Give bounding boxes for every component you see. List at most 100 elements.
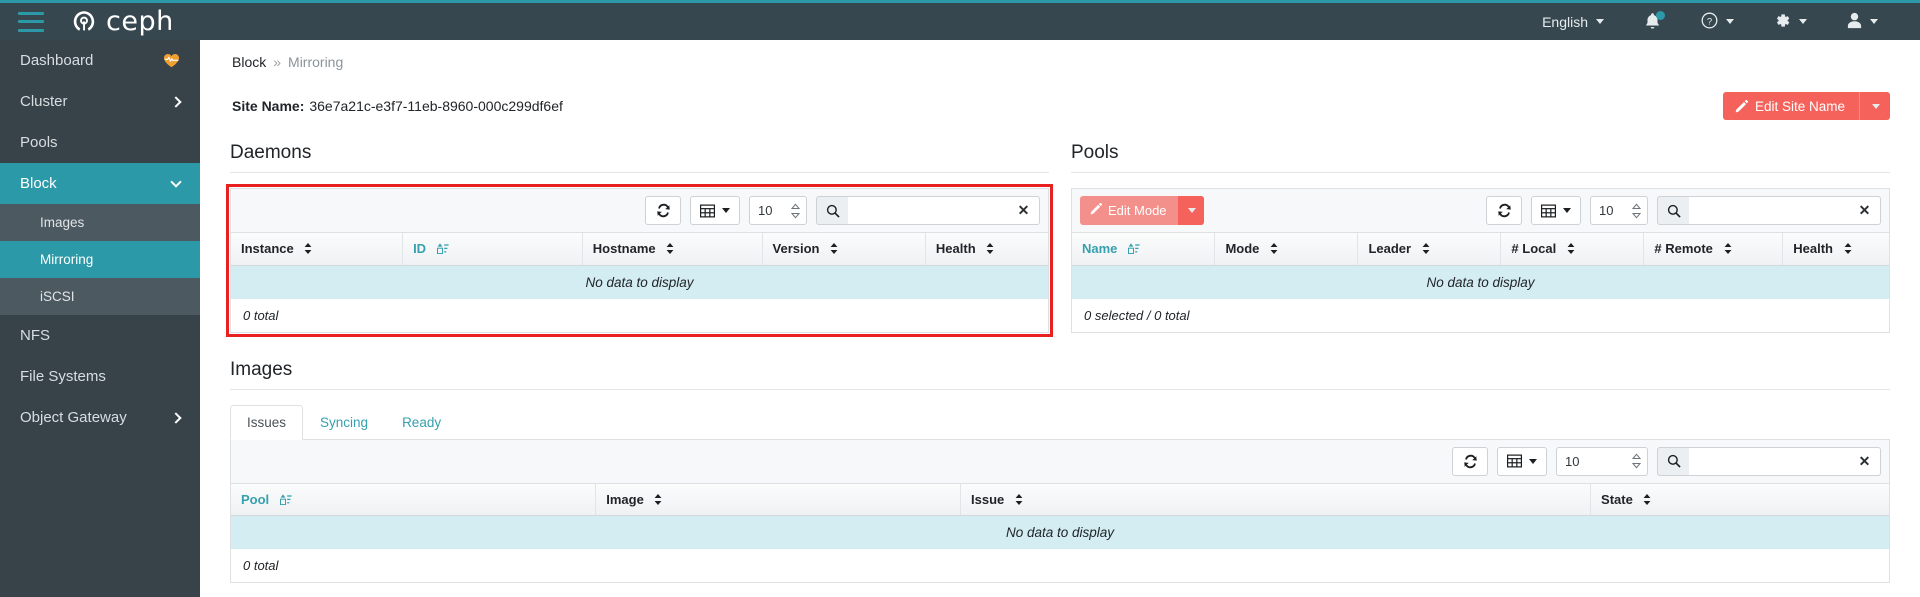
- pools-footer: 0 selected / 0 total: [1072, 298, 1889, 332]
- edit-site-name-button[interactable]: Edit Site Name: [1722, 92, 1890, 120]
- sidebar-item-pools[interactable]: Pools: [0, 122, 200, 163]
- column-label: Name: [1082, 241, 1118, 257]
- sidebar-item-cluster[interactable]: Cluster: [0, 81, 200, 122]
- caret-down-icon: [1872, 103, 1880, 109]
- sidebar-item-nfs[interactable]: NFS: [0, 315, 200, 356]
- sidebar-item-mirroring[interactable]: Mirroring: [0, 241, 200, 278]
- sidebar-subitem-label: iSCSI: [40, 289, 75, 304]
- site-name-row: Site Name: 36e7a21c-e3f7-11eb-8960-000c2…: [230, 92, 1890, 120]
- images-search-input[interactable]: [1689, 446, 1849, 476]
- pools-columns-button[interactable]: [1531, 196, 1581, 225]
- pools-search-clear-button[interactable]: ✕: [1849, 196, 1881, 225]
- sidebar-item-images[interactable]: Images: [0, 204, 200, 241]
- pools-column-leader[interactable]: Leader: [1357, 233, 1502, 266]
- sort-icon: [830, 243, 838, 255]
- language-selector[interactable]: English: [1522, 3, 1624, 40]
- chevron-right-icon: [170, 411, 182, 424]
- tab-ready[interactable]: Ready: [385, 405, 458, 440]
- user-menu[interactable]: [1827, 3, 1898, 40]
- images-column-state[interactable]: State: [1590, 483, 1889, 516]
- sort-icon: [1844, 243, 1852, 255]
- tab-label: Issues: [247, 414, 287, 430]
- table-columns-icon: [1541, 204, 1556, 217]
- breadcrumb-block[interactable]: Block: [232, 54, 266, 70]
- pools-search-input[interactable]: [1689, 196, 1849, 225]
- refresh-icon: [1463, 454, 1477, 468]
- notifications-button[interactable]: [1624, 3, 1681, 40]
- sidebar-subitem-label: Images: [40, 215, 85, 230]
- sort-icon: [1724, 243, 1732, 255]
- site-name-label: Site Name:: [232, 98, 305, 114]
- column-label: ID: [413, 241, 427, 257]
- daemons-toolbar: 10 ✕: [231, 189, 1048, 233]
- edit-mode-button[interactable]: Edit Mode: [1080, 196, 1204, 225]
- sidebar-item-block[interactable]: Block: [0, 163, 200, 204]
- hamburger-icon[interactable]: [18, 11, 44, 32]
- sidebar-item-iscsi[interactable]: iSCSI: [0, 278, 200, 315]
- brand-logo[interactable]: ceph: [70, 8, 174, 36]
- pools-column-mode[interactable]: Mode: [1214, 233, 1359, 266]
- search-icon: [1657, 446, 1689, 476]
- refresh-icon: [1497, 203, 1511, 218]
- images-page-size-stepper[interactable]: 10: [1556, 446, 1648, 476]
- edit-mode-dropdown-toggle[interactable]: [1177, 196, 1204, 225]
- daemons-search-input[interactable]: [848, 196, 1008, 225]
- daemons-search-clear-button[interactable]: ✕: [1008, 196, 1040, 225]
- images-column-pool[interactable]: Pool: [231, 483, 597, 516]
- images-search-clear-button[interactable]: ✕: [1849, 446, 1881, 476]
- help-menu[interactable]: ?: [1681, 3, 1754, 40]
- edit-site-name-dropdown-toggle[interactable]: [1859, 92, 1890, 120]
- daemons-column-id[interactable]: ID: [402, 233, 583, 266]
- topbar-actions: English ?: [1522, 3, 1920, 40]
- images-column-image[interactable]: Image: [595, 483, 961, 516]
- pools-refresh-button[interactable]: [1486, 196, 1522, 225]
- column-label: Issue: [971, 491, 1005, 507]
- pools-table: Name Mode Leader # Local # Remote Health…: [1072, 233, 1889, 299]
- sidebar-item-label: File Systems: [20, 368, 106, 385]
- column-label: Version: [772, 241, 820, 257]
- sidebar-item-object-gateway[interactable]: Object Gateway: [0, 397, 200, 438]
- top-panels-row: Daemons 10 ✕ Instance ID Hostname Versio…: [226, 142, 1890, 337]
- search-icon: [1657, 196, 1689, 225]
- tab-syncing[interactable]: Syncing: [303, 405, 385, 440]
- daemons-refresh-button[interactable]: [645, 196, 681, 225]
- daemons-page-size-stepper[interactable]: 10: [749, 196, 807, 225]
- edit-site-name-label: Edit Site Name: [1754, 98, 1845, 114]
- pools-column-remote[interactable]: # Remote: [1643, 233, 1784, 266]
- column-label: Leader: [1368, 241, 1412, 257]
- daemons-column-instance[interactable]: Instance: [231, 233, 404, 266]
- daemons-column-hostname[interactable]: Hostname: [582, 233, 763, 266]
- sidebar-item-label: Cluster: [20, 93, 68, 110]
- daemons-columns-button[interactable]: [690, 196, 740, 225]
- pools-column-name[interactable]: Name: [1072, 233, 1216, 266]
- pools-column-health[interactable]: Health: [1782, 233, 1889, 266]
- bell-icon: [1644, 11, 1665, 31]
- daemons-column-version[interactable]: Version: [762, 233, 926, 266]
- refresh-icon: [656, 203, 670, 218]
- pools-column-local[interactable]: # Local: [1500, 233, 1645, 266]
- settings-menu[interactable]: [1754, 3, 1827, 40]
- images-panel: 10 ✕ Pool Image Issue State No data to d…: [230, 439, 1890, 583]
- daemons-footer: 0 total: [231, 298, 1048, 332]
- user-icon: [1847, 12, 1862, 32]
- tab-issues[interactable]: Issues: [230, 404, 304, 440]
- images-column-issue[interactable]: Issue: [960, 483, 1592, 516]
- pools-empty-row: No data to display: [1072, 265, 1889, 299]
- sort-icon: [666, 243, 674, 255]
- daemons-column-health[interactable]: Health: [925, 233, 1048, 266]
- column-label: Hostname: [592, 241, 656, 257]
- images-refresh-button[interactable]: [1452, 446, 1488, 476]
- images-columns-button[interactable]: [1497, 446, 1547, 476]
- sidebar-item-file-systems[interactable]: File Systems: [0, 356, 200, 397]
- sidebar-item-label: Dashboard: [20, 52, 94, 69]
- sort-icon: [1270, 243, 1278, 255]
- notification-badge: [1656, 11, 1665, 20]
- pools-panel: Edit Mode 10 ✕ Name Mode Leader # Local …: [1071, 188, 1890, 333]
- column-label: State: [1601, 491, 1633, 507]
- sort-icon: [1422, 243, 1430, 255]
- sidebar-item-label: Pools: [20, 134, 58, 151]
- site-name-value: 36e7a21c-e3f7-11eb-8960-000c299df6ef: [309, 98, 563, 114]
- sidebar-item-dashboard[interactable]: Dashboard: [0, 40, 200, 81]
- pools-page-size-stepper[interactable]: 10: [1590, 196, 1648, 225]
- caret-down-icon: [1799, 19, 1807, 24]
